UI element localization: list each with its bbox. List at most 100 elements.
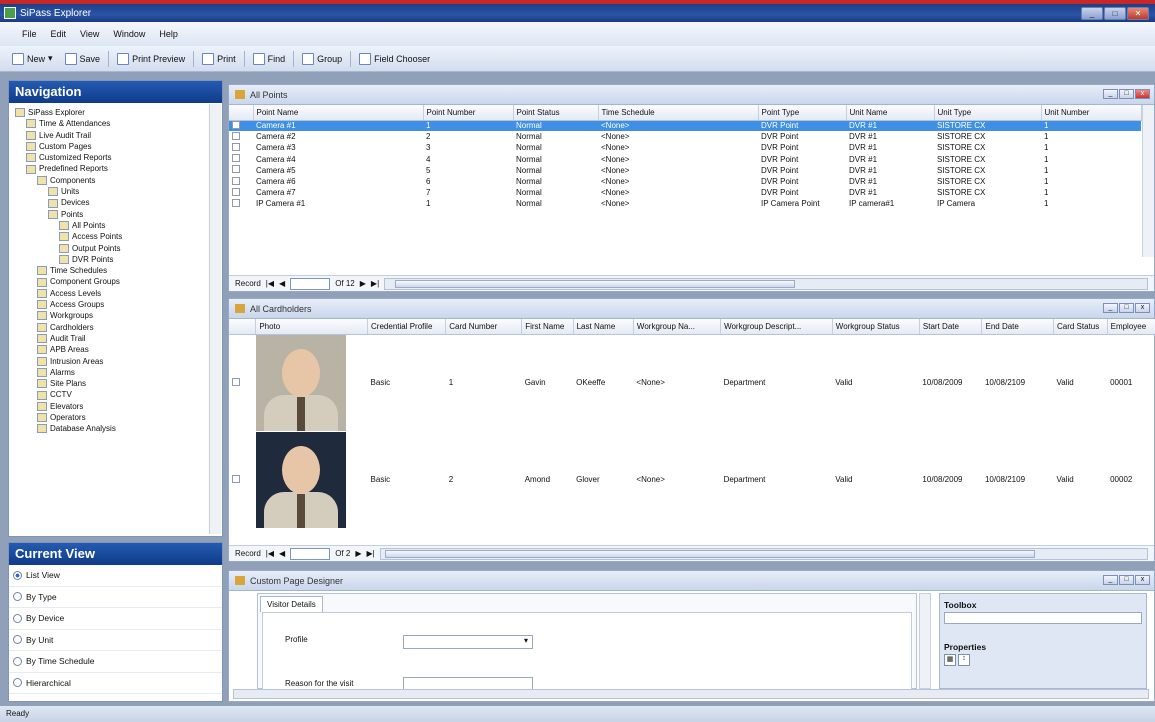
column-header[interactable]: Point Number bbox=[423, 105, 514, 121]
column-header[interactable]: Workgroup Descript... bbox=[720, 319, 833, 335]
categorized-icon[interactable]: ▦ bbox=[944, 654, 956, 666]
column-header[interactable]: Point Name bbox=[253, 105, 424, 121]
column-header[interactable]: Start Date bbox=[919, 319, 983, 335]
points-horizontal-scrollbar[interactable] bbox=[384, 277, 1148, 290]
window-maximize-button[interactable]: □ bbox=[1119, 575, 1134, 585]
field-chooser-button[interactable]: Field Chooser bbox=[355, 51, 434, 67]
last-record-button[interactable]: ▶| bbox=[371, 279, 379, 288]
nav-tree-item[interactable]: Operators bbox=[15, 412, 218, 423]
nav-tree-item[interactable]: Predefined Reports bbox=[15, 163, 218, 174]
column-header[interactable]: Card Status bbox=[1053, 319, 1108, 335]
minimize-button[interactable]: _ bbox=[1081, 7, 1103, 20]
nav-tree-item[interactable]: Component Groups bbox=[15, 276, 218, 287]
window-close-button[interactable]: x bbox=[1135, 303, 1150, 313]
designer-vertical-scrollbar[interactable] bbox=[919, 593, 931, 689]
print-button[interactable]: Print bbox=[198, 51, 240, 67]
nav-tree-item[interactable]: CCTV bbox=[15, 389, 218, 400]
table-row[interactable]: Camera #3 3 Normal <None> DVR Point DVR #1 SIS… bbox=[229, 142, 1141, 153]
nav-tree-item[interactable]: APB Areas bbox=[15, 344, 218, 355]
prev-record-button[interactable]: ◀ bbox=[279, 549, 285, 558]
nav-tree-item[interactable]: Elevators bbox=[15, 401, 218, 412]
find-button[interactable]: Find bbox=[249, 51, 290, 67]
last-record-button[interactable]: ▶| bbox=[366, 549, 374, 558]
column-header[interactable]: Workgroup Na... bbox=[633, 319, 722, 335]
column-header[interactable]: Last Name bbox=[573, 319, 634, 335]
menu-window[interactable]: Window bbox=[113, 29, 145, 39]
view-option-radio[interactable]: By Device bbox=[9, 608, 222, 630]
nav-tree-item[interactable]: Access Groups bbox=[15, 299, 218, 310]
prev-record-button[interactable]: ◀ bbox=[279, 279, 285, 288]
record-number-input[interactable] bbox=[290, 277, 331, 290]
save-button[interactable]: Save bbox=[61, 51, 105, 67]
view-option-radio[interactable]: Hierarchical bbox=[9, 673, 222, 694]
new-button[interactable]: New ▾ bbox=[8, 51, 57, 67]
window-minimize-button[interactable]: _ bbox=[1103, 575, 1118, 585]
window-close-button[interactable]: x bbox=[1135, 575, 1150, 585]
table-row[interactable]: IP Camera #1 1 Normal <None> IP Camera Point… bbox=[229, 198, 1141, 209]
points-vertical-scrollbar[interactable] bbox=[1142, 105, 1154, 257]
column-header[interactable]: End Date bbox=[981, 319, 1054, 335]
window-minimize-button[interactable]: _ bbox=[1103, 303, 1118, 313]
nav-tree-item[interactable]: Points bbox=[15, 209, 218, 220]
first-record-button[interactable]: |◀ bbox=[266, 279, 274, 288]
table-row[interactable]: Basic 2 Amond Glover <None> Department Valid 10… bbox=[229, 431, 1155, 528]
nav-tree-item[interactable]: Site Plans bbox=[15, 378, 218, 389]
maximize-button[interactable]: □ bbox=[1104, 7, 1126, 20]
column-header[interactable]: Unit Number bbox=[1041, 105, 1142, 121]
menu-help[interactable]: Help bbox=[159, 29, 178, 39]
view-option-radio[interactable]: By Unit bbox=[9, 630, 222, 651]
navigation-scrollbar[interactable] bbox=[209, 104, 221, 534]
column-header[interactable]: Workgroup Status bbox=[832, 319, 920, 335]
close-button[interactable]: ✕ bbox=[1127, 7, 1149, 20]
view-option-radio[interactable]: By Type bbox=[9, 587, 222, 608]
table-row[interactable]: Camera #1 1 Normal <None> DVR Point DVR #1 SIS… bbox=[229, 120, 1141, 132]
menu-file[interactable]: File bbox=[22, 29, 37, 39]
nav-tree-item[interactable]: SiPass Explorer bbox=[15, 107, 218, 118]
menu-edit[interactable]: Edit bbox=[51, 29, 67, 39]
column-header[interactable]: Unit Name bbox=[846, 105, 935, 121]
table-row[interactable]: Camera #4 4 Normal <None> DVR Point DVR #1 SIS… bbox=[229, 154, 1141, 165]
table-row[interactable]: Camera #7 7 Normal <None> DVR Point DVR #1 SIS… bbox=[229, 187, 1141, 198]
print-preview-button[interactable]: Print Preview bbox=[113, 51, 189, 67]
first-record-button[interactable]: |◀ bbox=[266, 549, 274, 558]
table-row[interactable]: Camera #6 6 Normal <None> DVR Point DVR #1 SIS… bbox=[229, 176, 1141, 187]
nav-tree-item[interactable]: Workgroups bbox=[15, 310, 218, 321]
nav-tree-item[interactable]: Database Analysis bbox=[15, 423, 218, 434]
toolbox-list[interactable] bbox=[944, 612, 1142, 624]
window-close-button[interactable]: x bbox=[1135, 89, 1150, 99]
nav-tree-item[interactable]: Intrusion Areas bbox=[15, 356, 218, 367]
nav-tree-item[interactable]: Output Points bbox=[15, 243, 218, 254]
column-header[interactable]: Time Schedule bbox=[598, 105, 759, 121]
window-maximize-button[interactable]: □ bbox=[1119, 89, 1134, 99]
column-header[interactable]: Point Type bbox=[758, 105, 847, 121]
nav-tree-item[interactable]: Access Levels bbox=[15, 288, 218, 299]
view-option-radio[interactable]: List View bbox=[9, 565, 222, 587]
group-button[interactable]: Group bbox=[298, 51, 346, 67]
nav-tree-item[interactable]: All Points bbox=[15, 220, 218, 231]
menu-view[interactable]: View bbox=[80, 29, 99, 39]
designer-horizontal-scrollbar[interactable] bbox=[233, 689, 1149, 699]
nav-tree-item[interactable]: Cardholders bbox=[15, 322, 218, 333]
profile-select[interactable]: ▾ bbox=[403, 635, 533, 649]
next-record-button[interactable]: ▶ bbox=[355, 549, 361, 558]
table-row[interactable]: Camera #5 5 Normal <None> DVR Point DVR #1 SIS… bbox=[229, 165, 1141, 176]
nav-tree-item[interactable]: Components bbox=[15, 175, 218, 186]
nav-tree-item[interactable]: Time Schedules bbox=[15, 265, 218, 276]
column-header[interactable]: Unit Type bbox=[934, 105, 1042, 121]
nav-tree-item[interactable]: Time & Attendances bbox=[15, 118, 218, 129]
next-record-button[interactable]: ▶ bbox=[360, 279, 366, 288]
nav-tree-item[interactable]: Access Points bbox=[15, 231, 218, 242]
cardholders-horizontal-scrollbar[interactable] bbox=[379, 547, 1148, 560]
nav-tree-item[interactable]: Devices bbox=[15, 197, 218, 208]
column-header[interactable]: Point Status bbox=[513, 105, 599, 121]
column-header[interactable]: Card Number bbox=[445, 319, 523, 335]
table-row[interactable]: Camera #2 2 Normal <None> DVR Point DVR #1 SIS… bbox=[229, 131, 1141, 142]
nav-tree-item[interactable]: Custom Pages bbox=[15, 141, 218, 152]
nav-tree-item[interactable]: Audit Trail bbox=[15, 333, 218, 344]
sort-icon[interactable]: ↕ bbox=[958, 654, 970, 666]
column-header[interactable]: Employee bbox=[1107, 319, 1155, 335]
column-header[interactable]: Photo bbox=[255, 319, 369, 335]
nav-tree-item[interactable]: Alarms bbox=[15, 367, 218, 378]
window-maximize-button[interactable]: □ bbox=[1119, 303, 1134, 313]
nav-tree-item[interactable]: DVR Points bbox=[15, 254, 218, 265]
